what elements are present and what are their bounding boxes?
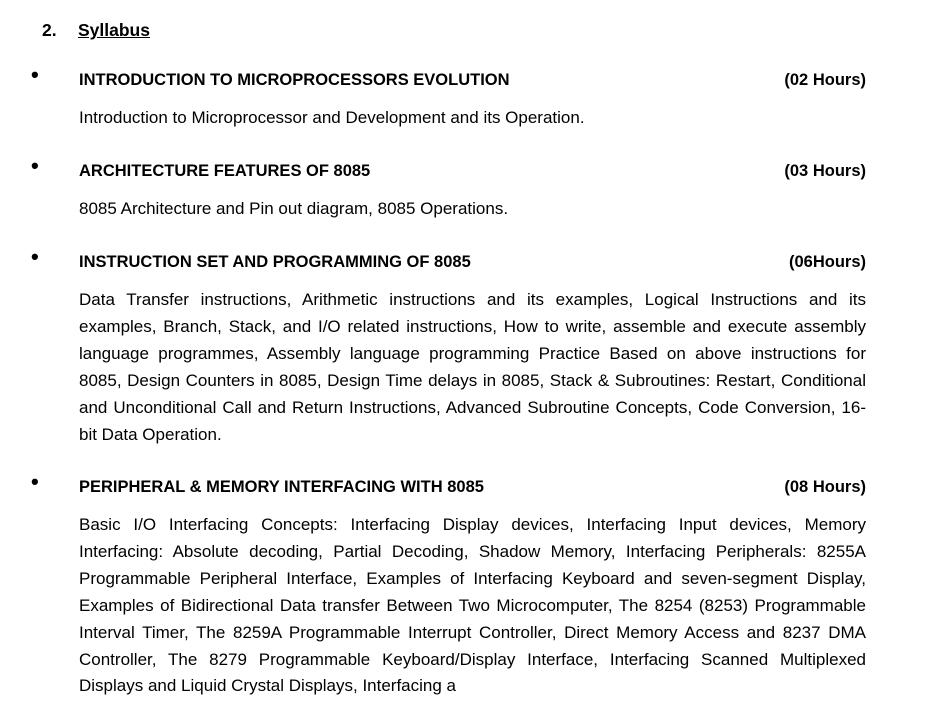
section-body: 8085 Architecture and Pin out diagram, 8… [79,199,509,218]
heading-title: Syllabus [78,20,150,40]
syllabus-heading: 2. Syllabus [42,20,150,41]
heading-number: 2. [42,20,57,40]
section-hours: (03 Hours) [784,162,866,180]
section-title: INSTRUCTION SET AND PROGRAMMING OF 8085 [79,253,471,271]
section-title: ARCHITECTURE FEATURES OF 8085 [79,162,371,180]
section-body: Basic I/O Interfacing Concepts: Interfac… [79,515,866,696]
bullet-icon: • [31,469,39,494]
bullet-icon: • [31,244,39,269]
section-title: PERIPHERAL & MEMORY INTERFACING WITH 808… [79,478,484,496]
bullet-icon: • [31,62,39,87]
section-title: INTRODUCTION TO MICROPROCESSORS EVOLUTIO… [79,71,510,89]
section-hours: (08 Hours) [784,478,866,496]
bullet-icon: • [31,153,39,178]
section-hours: (02 Hours) [784,71,866,89]
section-body: Introduction to Microprocessor and Devel… [79,108,585,127]
section-hours: (06Hours) [788,253,866,271]
section-body: Data Transfer instructions, Arithmetic i… [79,290,866,444]
